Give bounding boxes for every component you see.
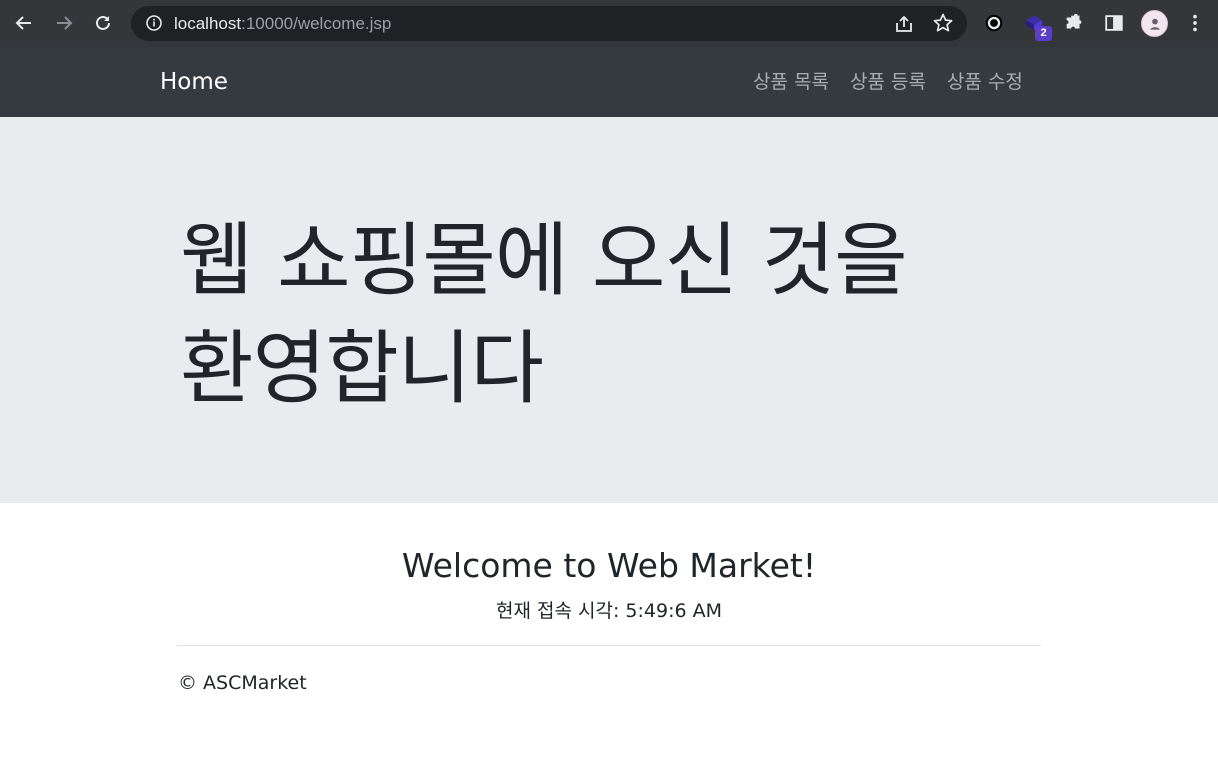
profile-avatar[interactable] [1141, 10, 1168, 37]
url-host: localhost [174, 14, 242, 33]
welcome-heading: Welcome to Web Market! [401, 546, 817, 585]
nav-link-product-list[interactable]: 상품 목록 [753, 69, 829, 95]
jumbotron: 웹 쇼핑몰에 오신 것을 환영합니다 [0, 117, 1218, 503]
footer-copyright: © ASCMarket [178, 672, 307, 694]
url-path: :10000/welcome.jsp [241, 14, 392, 33]
menu-kebab-icon[interactable] [1183, 11, 1207, 35]
arrow-right-icon [57, 16, 73, 30]
browser-toolbar: localhost:10000/welcome.jsp 2 [0, 0, 1218, 47]
reload-button[interactable] [89, 9, 117, 37]
info-icon[interactable] [145, 14, 163, 32]
address-bar[interactable]: localhost:10000/welcome.jsp [131, 6, 967, 41]
arrow-left-icon [15, 16, 31, 30]
jumbotron-title: 웹 쇼핑몰에 오신 것을 환영합니다 [180, 214, 908, 415]
side-panel-icon[interactable] [1102, 11, 1126, 35]
share-icon[interactable] [893, 13, 915, 35]
nav-link-product-add[interactable]: 상품 등록 [850, 69, 926, 95]
divider [177, 645, 1041, 646]
bookmark-star-icon[interactable] [932, 12, 954, 34]
navbar-links: 상품 목록 상품 등록 상품 수정 [753, 69, 1023, 95]
back-button[interactable] [10, 9, 38, 37]
current-time-text: 현재 접속 시각: 5:49:6 AM [496, 600, 722, 622]
nav-link-product-edit[interactable]: 상품 수정 [947, 69, 1023, 95]
extension-circle-icon[interactable] [982, 11, 1006, 35]
forward-button[interactable] [50, 9, 78, 37]
navbar-brand-home[interactable]: Home [160, 68, 228, 96]
url-text[interactable]: localhost:10000/welcome.jsp [174, 14, 391, 34]
profile-icon [1149, 18, 1160, 30]
reload-icon [96, 15, 110, 30]
extension-badge: 2 [1035, 26, 1052, 41]
site-navbar: Home 상품 목록 상품 등록 상품 수정 [0, 47, 1218, 117]
extensions-puzzle-icon[interactable] [1062, 11, 1086, 35]
